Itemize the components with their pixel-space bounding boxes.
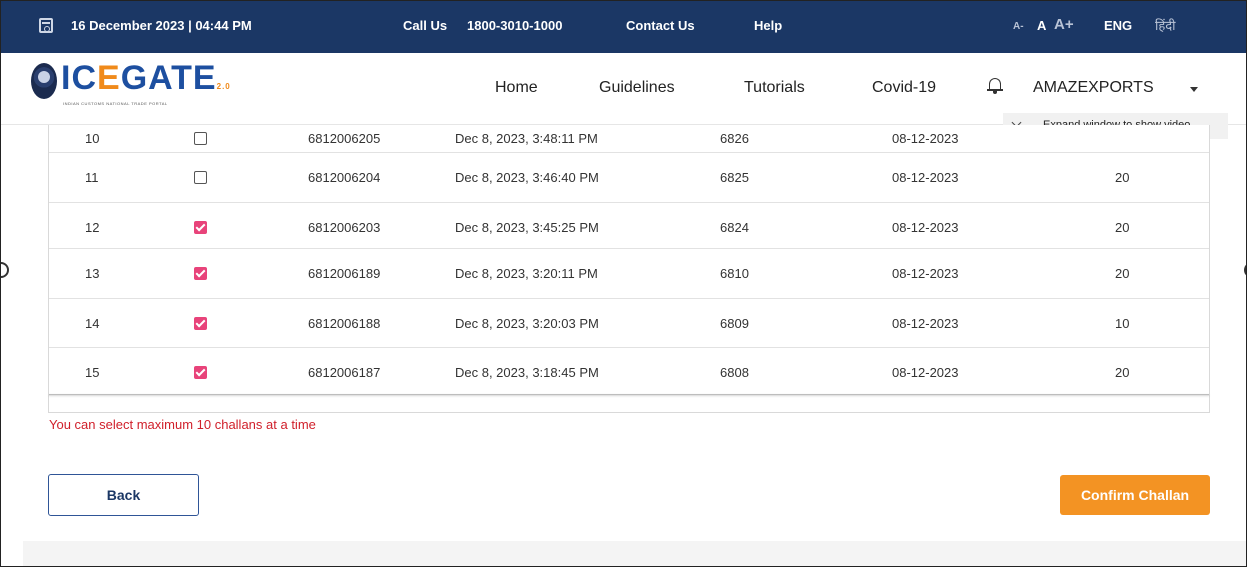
challan-reference: 6826 — [720, 131, 749, 146]
challan-quantity: 20 — [1115, 266, 1130, 281]
calendar-icon — [39, 18, 53, 33]
table-row: 12 6812006203 Dec 8, 2023, 3:45:25 PM 6824 0… — [49, 203, 1209, 249]
font-decrease-button[interactable]: A- — [1013, 21, 1024, 32]
challan-datetime: Dec 8, 2023, 3:18:45 PM — [455, 365, 599, 380]
challan-reference: 6824 — [720, 220, 749, 235]
challan-quantity: 10 — [1115, 316, 1130, 331]
table-row: 14 6812006188 Dec 8, 2023, 3:20:03 PM 6809 0… — [49, 299, 1209, 348]
max-selection-error: You can select maximum 10 challans at a … — [49, 417, 316, 432]
nav-tutorials[interactable]: Tutorials — [744, 79, 805, 97]
challan-date: 08-12-2023 — [892, 131, 959, 146]
row-select-checkbox[interactable] — [194, 132, 207, 145]
table-row: 13 6812006189 Dec 8, 2023, 3:20:11 PM 6810 0… — [49, 249, 1209, 299]
challan-reference: 6809 — [720, 316, 749, 331]
challan-date: 08-12-2023 — [892, 365, 959, 380]
serial-number: 13 — [85, 266, 100, 281]
challan-reference: 6810 — [720, 266, 749, 281]
challan-datetime: Dec 8, 2023, 3:48:11 PM — [455, 131, 598, 146]
challan-quantity: 20 — [1115, 365, 1130, 380]
serial-number: 12 — [85, 220, 100, 235]
challan-quantity: 20 — [1115, 170, 1130, 185]
serial-number: 15 — [85, 365, 100, 380]
icegate-logo[interactable]: ICEGATE2.0 — [61, 59, 231, 98]
challan-number: 6812006204 — [308, 170, 381, 185]
challan-number: 6812006203 — [308, 220, 381, 235]
emblem-logo-icon — [31, 63, 57, 99]
nav-covid-19[interactable]: Covid-19 — [872, 79, 936, 97]
font-increase-button[interactable]: A+ — [1054, 16, 1074, 33]
footer-band — [23, 541, 1246, 566]
row-select-checkbox[interactable] — [194, 171, 207, 184]
page-frame: 16 December 2023 | 04:44 PM Call Us 1800… — [0, 0, 1247, 567]
challan-date: 08-12-2023 — [892, 220, 959, 235]
language-english[interactable]: ENG — [1104, 18, 1132, 33]
challan-date: 08-12-2023 — [892, 170, 959, 185]
challan-datetime: Dec 8, 2023, 3:46:40 PM — [455, 170, 599, 185]
help-link[interactable]: Help — [754, 18, 782, 33]
table-row: 15 6812006187 Dec 8, 2023, 3:18:45 PM 6808 0… — [49, 348, 1209, 396]
row-select-checkbox[interactable] — [194, 267, 207, 280]
row-select-checkbox[interactable] — [194, 366, 207, 379]
user-menu[interactable]: AMAZEXPORTS — [1033, 79, 1154, 97]
challan-number: 6812006188 — [308, 316, 381, 331]
notification-bell-icon[interactable] — [987, 75, 1003, 94]
challan-datetime: Dec 8, 2023, 3:20:11 PM — [455, 266, 598, 281]
logo-tagline: INDIAN CUSTOMS NATIONAL TRADE PORTAL — [63, 101, 168, 106]
language-hindi[interactable]: हिंदी — [1155, 16, 1176, 34]
call-us-number[interactable]: 1800-3010-1000 — [467, 18, 562, 33]
serial-number: 11 — [85, 170, 99, 185]
current-datetime: 16 December 2023 | 04:44 PM — [71, 18, 252, 33]
table-row: 11 6812006204 Dec 8, 2023, 3:46:40 PM 6825 0… — [49, 153, 1209, 203]
row-select-checkbox[interactable] — [194, 221, 207, 234]
confirm-challan-button[interactable]: Confirm Challan — [1060, 475, 1210, 515]
challan-number: 6812006187 — [308, 365, 381, 380]
challan-date: 08-12-2023 — [892, 316, 959, 331]
challan-date: 08-12-2023 — [892, 266, 959, 281]
challan-table: 10 6812006205 Dec 8, 2023, 3:48:11 PM 6826 0… — [48, 125, 1210, 413]
row-select-checkbox[interactable] — [194, 317, 207, 330]
challan-reference: 6825 — [720, 170, 749, 185]
serial-number: 14 — [85, 316, 100, 331]
challan-quantity: 20 — [1115, 220, 1130, 235]
chevron-down-icon[interactable] — [1190, 87, 1198, 92]
top-utility-bar: 16 December 2023 | 04:44 PM Call Us 1800… — [1, 1, 1246, 53]
back-button[interactable]: Back — [48, 474, 199, 516]
font-normal-button[interactable]: A — [1037, 18, 1046, 33]
contact-us-link[interactable]: Contact Us — [626, 18, 695, 33]
carousel-left-handle-icon[interactable] — [1, 262, 9, 278]
challan-number: 6812006205 — [308, 131, 381, 146]
challan-number: 6812006189 — [308, 266, 381, 281]
challan-datetime: Dec 8, 2023, 3:45:25 PM — [455, 220, 599, 235]
challan-datetime: Dec 8, 2023, 3:20:03 PM — [455, 316, 599, 331]
challan-reference: 6808 — [720, 365, 749, 380]
table-row: 10 6812006205 Dec 8, 2023, 3:48:11 PM 6826 0… — [49, 125, 1209, 153]
call-us-label: Call Us — [403, 18, 448, 33]
nav-guidelines[interactable]: Guidelines — [599, 79, 675, 97]
serial-number: 10 — [85, 131, 100, 146]
nav-home[interactable]: Home — [495, 79, 538, 97]
